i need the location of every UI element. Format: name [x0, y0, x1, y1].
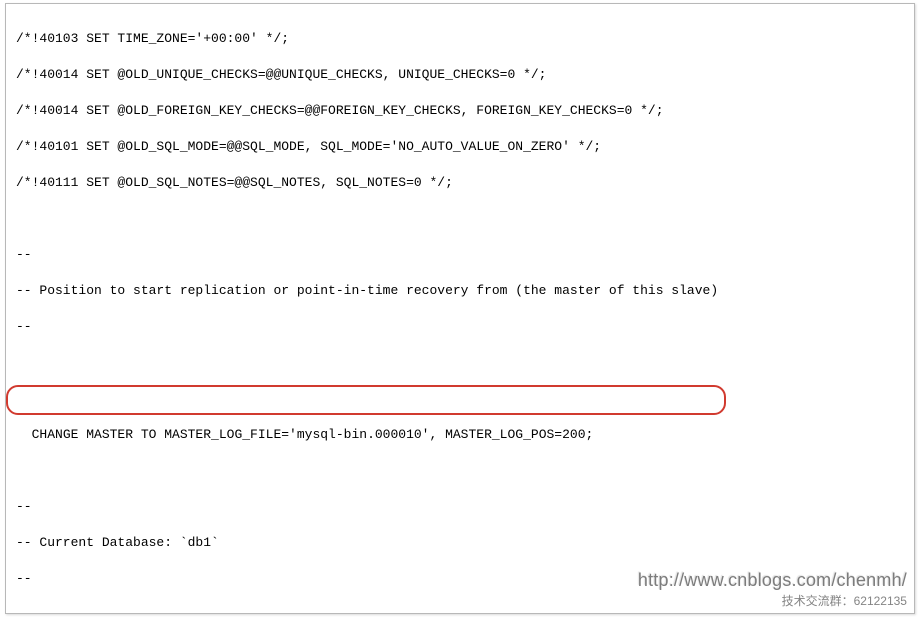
code-line: /*!40014 SET @OLD_UNIQUE_CHECKS=@@UNIQUE…	[16, 66, 904, 84]
blank-line	[16, 462, 904, 480]
code-line: -- Current Database: `db1`	[16, 534, 904, 552]
code-line: /*!40111 SET @OLD_SQL_NOTES=@@SQL_NOTES,…	[16, 174, 904, 192]
code-frame: /*!40103 SET TIME_ZONE='+00:00' */; /*!4…	[5, 3, 915, 614]
red-rounded-highlight	[6, 385, 726, 415]
blank-line	[16, 210, 904, 228]
code-line: /*!40014 SET @OLD_FOREIGN_KEY_CHECKS=@@F…	[16, 102, 904, 120]
code-line: /*!40101 SET @OLD_SQL_MODE=@@SQL_MODE, S…	[16, 138, 904, 156]
sql-dump-code: /*!40103 SET TIME_ZONE='+00:00' */; /*!4…	[6, 4, 914, 614]
code-line: --	[16, 246, 904, 264]
code-line: --	[16, 570, 904, 588]
blank-line	[16, 606, 904, 614]
code-line: --	[16, 318, 904, 336]
code-line: -- Position to start replication or poin…	[16, 282, 904, 300]
highlighted-line-wrap: CHANGE MASTER TO MASTER_LOG_FILE='mysql-…	[10, 390, 904, 444]
code-line: --	[16, 498, 904, 516]
blank-line	[16, 354, 904, 372]
code-line-change-master: CHANGE MASTER TO MASTER_LOG_FILE='mysql-…	[32, 427, 594, 442]
code-line: /*!40103 SET TIME_ZONE='+00:00' */;	[16, 30, 904, 48]
